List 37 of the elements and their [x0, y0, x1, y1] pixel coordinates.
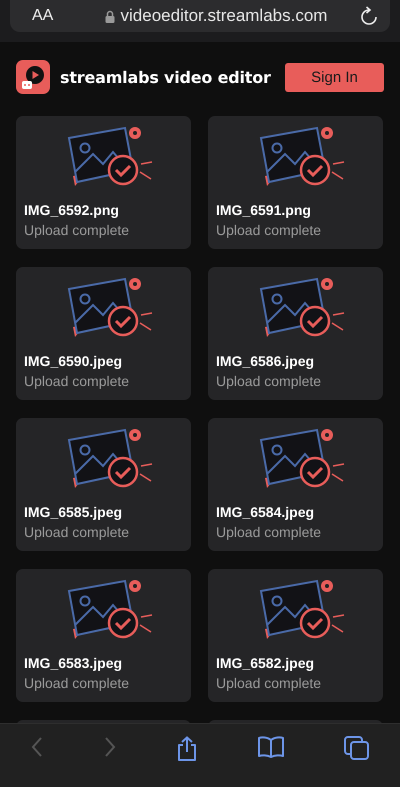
app-title: streamlabs video editor	[60, 68, 272, 86]
upload-status: Upload complete	[24, 675, 130, 691]
file-name: IMG_6583.jpeg	[24, 655, 124, 671]
upload-status: Upload complete	[24, 524, 130, 540]
upload-status: Upload complete	[24, 222, 130, 238]
file-card[interactable]: IMG_6586.jpeg Upload complete	[208, 267, 383, 400]
tabs-icon	[344, 736, 370, 760]
lock-icon	[104, 10, 115, 22]
chevron-left-icon	[30, 736, 44, 758]
upload-status: Upload complete	[216, 524, 322, 540]
book-icon	[257, 736, 286, 758]
file-name: IMG_6582.jpeg	[216, 655, 316, 671]
share-icon	[176, 736, 198, 762]
file-card[interactable]: IMG_6585.jpeg Upload complete	[16, 418, 191, 551]
file-card[interactable]: IMG_6582.jpeg Upload complete	[208, 569, 383, 702]
upload-status: Upload complete	[24, 373, 130, 389]
file-card[interactable]: IMG_6590.jpeg Upload complete	[16, 267, 191, 400]
file-card[interactable]: IMG_6592.png Upload complete	[16, 116, 191, 249]
sign-in-button[interactable]: Sign In	[285, 62, 384, 92]
file-name: IMG_6592.png	[24, 202, 120, 218]
upload-status: Upload complete	[216, 675, 322, 691]
address-bar[interactable]: AA videoeditor.streamlabs.com	[10, 0, 390, 32]
reload-icon[interactable]	[360, 6, 378, 26]
file-card[interactable]: IMG_6584.jpeg Upload complete	[208, 418, 383, 551]
file-card[interactable]: IMG_6591.png Upload complete	[208, 116, 383, 249]
file-name: IMG_6586.jpeg	[216, 353, 316, 369]
upload-status: Upload complete	[216, 373, 322, 389]
logo-icon	[16, 60, 50, 94]
file-name: IMG_6590.jpeg	[24, 353, 124, 369]
text-size-button[interactable]: AA	[32, 7, 72, 25]
chevron-right-icon	[102, 736, 117, 758]
file-name: IMG_6584.jpeg	[216, 504, 316, 520]
upload-status: Upload complete	[216, 222, 322, 238]
url-text: videoeditor.streamlabs.com	[120, 6, 328, 26]
file-name: IMG_6591.png	[216, 202, 312, 218]
file-name: IMG_6585.jpeg	[24, 504, 124, 520]
file-card[interactable]: IMG_6583.jpeg Upload complete	[16, 569, 191, 702]
